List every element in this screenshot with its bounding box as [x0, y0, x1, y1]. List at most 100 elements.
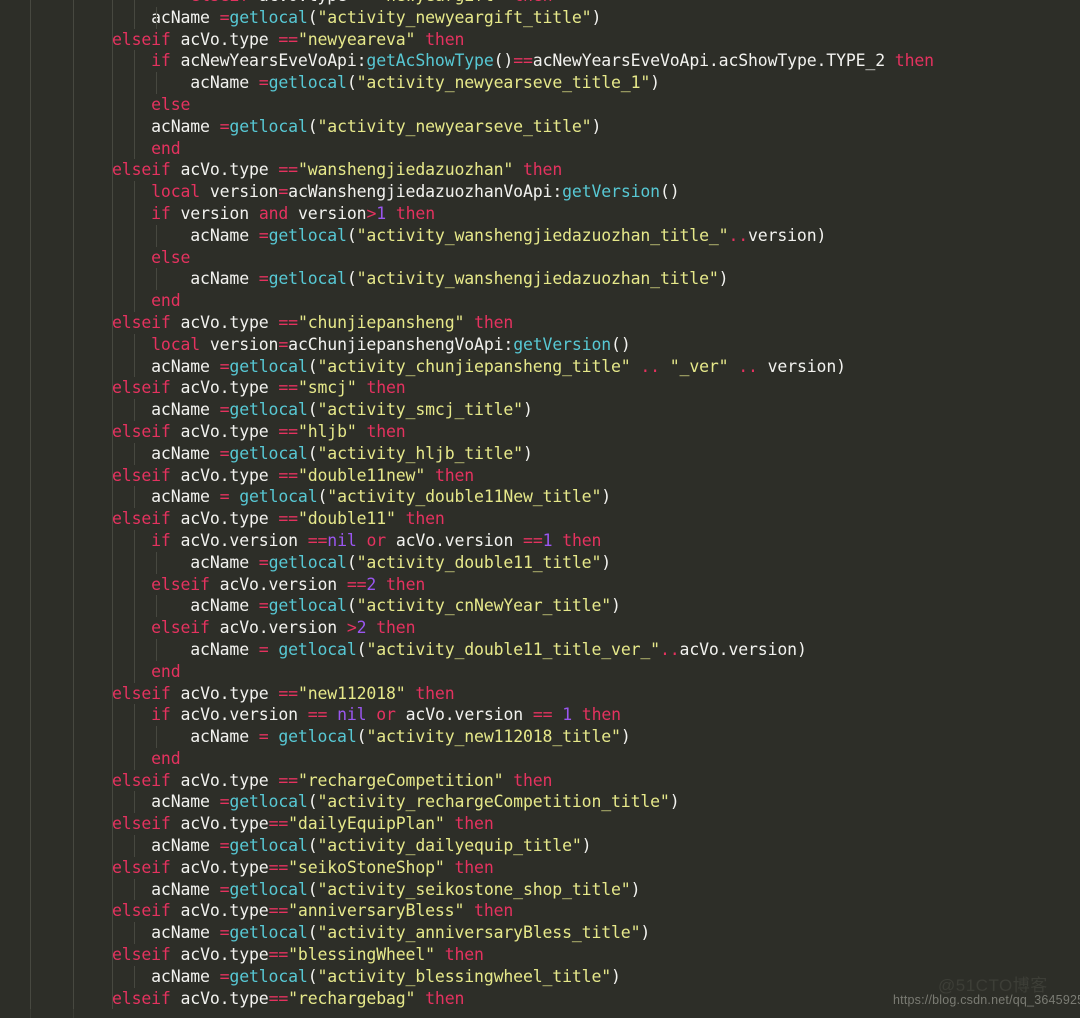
code-token-id: acVo.version: [679, 639, 798, 659]
code-line[interactable]: elseif acVo.type =="rechargeCompetition"…: [0, 769, 1080, 792]
code-line[interactable]: acName =getlocal("activity_newyearseve_t…: [0, 115, 1080, 138]
code-line[interactable]: acName =getlocal("activity_cnNewYear_tit…: [0, 595, 1080, 618]
code-line[interactable]: elseif acVo.type =="newyeargift" then: [0, 0, 1080, 7]
code-line[interactable]: elseif acVo.type =="chunjiepansheng" the…: [0, 311, 1080, 334]
code-line[interactable]: elseif acVo.type =="double11new" then: [0, 464, 1080, 487]
code-token-op: ==: [278, 312, 298, 332]
code-line[interactable]: acName =getlocal("activity_seikostone_sh…: [0, 878, 1080, 901]
code-line[interactable]: elseif acVo.version ==2 then: [0, 573, 1080, 596]
code-token-str: "activity_seikostone_shop_title": [317, 879, 631, 899]
indent-guide: [73, 355, 74, 378]
code-line[interactable]: acName = getlocal("activity_double11New_…: [0, 486, 1080, 509]
code-line[interactable]: elseif acVo.type=="seikoStoneShop" then: [0, 856, 1080, 879]
code-line[interactable]: elseif acVo.type =="double11" then: [0, 508, 1080, 530]
code-line[interactable]: local version=acChunjiepanshengVoApi:get…: [0, 333, 1080, 356]
code-line[interactable]: acName =getlocal("activity_blessingwheel…: [0, 965, 1080, 988]
indent-guide: [30, 137, 31, 160]
code-token-punc: ): [522, 443, 533, 463]
code-token-kw: then: [562, 530, 602, 550]
code-token-id: acVo.type: [180, 945, 269, 965]
code-token-kw: then: [522, 160, 563, 180]
code-line[interactable]: end: [0, 660, 1080, 683]
code-line[interactable]: acName =getlocal("activity_newyearseve_t…: [0, 72, 1080, 94]
code-token-punc: :: [552, 182, 563, 202]
code-line[interactable]: acName =getlocal("activity_chunjiepanshe…: [0, 355, 1080, 378]
code-line[interactable]: elseif acVo.type =="new112018" then: [0, 682, 1080, 705]
code-content[interactable]: elseif acVo.type =="newyeargift" then ac…: [0, 0, 1080, 1018]
code-token-id: version: [209, 334, 279, 354]
code-line[interactable]: end: [0, 290, 1080, 312]
code-line[interactable]: acName =getlocal("activity_hljb_title"): [0, 442, 1080, 465]
code-line[interactable]: acName =getlocal("activity_newyeargift_t…: [0, 6, 1080, 29]
code-token-op: >: [366, 203, 377, 223]
code-token-op: ..: [728, 225, 749, 245]
code-token-punc: (): [659, 182, 680, 202]
code-line[interactable]: elseif acVo.type=="dailyEquipPlan" then: [0, 813, 1080, 836]
code-token-str: "chunjiepansheng": [297, 312, 465, 332]
code-token-op: ==: [268, 901, 289, 921]
code-token-id: acWanshengjiedazuozhanVoApi: [288, 182, 553, 202]
code-line[interactable]: elseif acVo.version >2 then: [0, 617, 1080, 639]
code-token-op: =: [278, 334, 289, 354]
code-line[interactable]: end: [0, 747, 1080, 770]
indent-guide: [30, 50, 31, 73]
code-line[interactable]: if version and version>1 then: [0, 202, 1080, 225]
code-token-op: ==: [268, 857, 289, 877]
code-line[interactable]: elseif acVo.type =="smcj" then: [0, 377, 1080, 400]
code-token-str: "activity_anniversaryBless_title": [317, 923, 641, 943]
code-token-punc: [171, 466, 181, 485]
code-line[interactable]: elseif acVo.type =="hljb" then: [0, 420, 1080, 443]
indent-guide: [73, 987, 74, 1010]
code-token-punc: [269, 378, 279, 397]
code-token-punc: [171, 509, 181, 528]
code-line[interactable]: else: [0, 93, 1080, 116]
code-token-num: 2: [356, 618, 367, 638]
code-line[interactable]: acName =getlocal("activity_double11_titl…: [0, 551, 1080, 574]
code-editor[interactable]: elseif acVo.type =="newyeargift" then ac…: [0, 0, 1080, 1018]
code-line[interactable]: elseif acVo.type =="wanshengjiedazuozhan…: [0, 159, 1080, 182]
code-token-punc: [572, 705, 582, 724]
code-token-kw: elseif: [112, 988, 171, 1008]
indent-guide: [73, 704, 74, 727]
code-token-punc: [112, 139, 151, 158]
code-token-op: =: [258, 639, 269, 659]
code-token-punc: [288, 204, 298, 223]
code-line[interactable]: acName =getlocal("activity_dailyequip_ti…: [0, 835, 1080, 857]
code-line[interactable]: acName =getlocal("activity_rechargeCompe…: [0, 791, 1080, 814]
indent-guide: [73, 595, 74, 618]
code-line[interactable]: acName =getlocal("activity_smcj_title"): [0, 399, 1080, 421]
code-line[interactable]: acName =getlocal("activity_wanshengjieda…: [0, 224, 1080, 247]
code-line[interactable]: acName =getlocal("activity_wanshengjieda…: [0, 268, 1080, 291]
code-line[interactable]: else: [0, 246, 1080, 269]
code-token-punc: (: [346, 269, 357, 289]
indent-guide: [30, 551, 31, 574]
code-token-kw: elseif: [112, 770, 171, 790]
code-line[interactable]: elseif acVo.type =="newyeareva" then: [0, 28, 1080, 51]
code-token-punc: (: [346, 73, 357, 93]
code-token-punc: ): [522, 400, 533, 420]
code-line[interactable]: if acVo.version == nil or acVo.version =…: [0, 704, 1080, 727]
code-token-kw: elseif: [112, 378, 171, 398]
code-token-punc: [171, 160, 181, 179]
code-line[interactable]: elseif acVo.type=="blessingWheel" then: [0, 944, 1080, 966]
code-line[interactable]: acName =getlocal("activity_anniversaryBl…: [0, 922, 1080, 945]
indent-guide: [73, 464, 74, 487]
code-line[interactable]: acName = getlocal("activity_new112018_ti…: [0, 726, 1080, 748]
code-token-kw: then: [513, 0, 552, 5]
code-token-id: acChunjiepanshengVoApi: [288, 334, 504, 354]
code-line[interactable]: acName = getlocal("activity_double11_tit…: [0, 638, 1080, 661]
code-line[interactable]: if acVo.version ==nil or acVo.version ==…: [0, 529, 1080, 552]
code-token-num: 1: [562, 705, 572, 725]
code-token-op: =: [219, 443, 230, 463]
code-line[interactable]: if acNewYearsEveVoApi:getAcShowType()==a…: [0, 50, 1080, 73]
code-token-kw: elseif: [151, 574, 210, 594]
code-token-str: "rechargeCompetition": [297, 770, 504, 790]
code-token-punc: [660, 357, 670, 376]
code-token-kw: then: [474, 901, 514, 921]
code-line[interactable]: local version=acWanshengjiedazuozhanVoAp…: [0, 181, 1080, 203]
code-line[interactable]: elseif acVo.type=="anniversaryBless" the…: [0, 900, 1080, 923]
code-token-id: acNewYearsEveVoApi.acShowType.TYPE_2: [532, 51, 885, 71]
indent-guide: [73, 791, 74, 814]
code-line[interactable]: end: [0, 137, 1080, 160]
code-token-punc: ): [591, 7, 602, 27]
